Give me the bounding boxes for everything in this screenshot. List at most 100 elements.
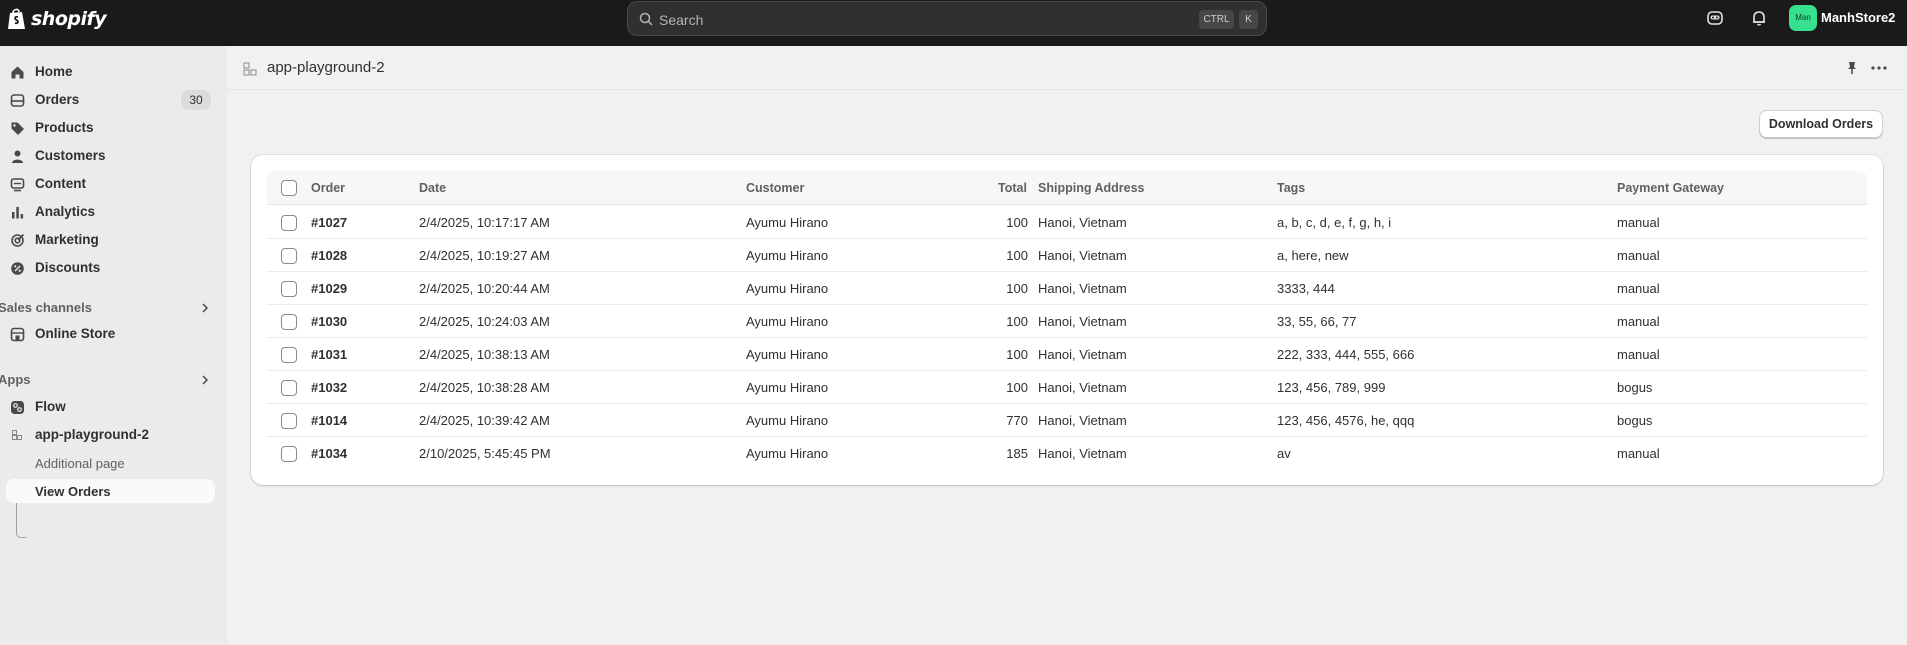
- more-options-icon[interactable]: [1869, 60, 1889, 76]
- payment-gateway: manual: [1617, 281, 1660, 296]
- order-date: 2/10/2025, 5:45:45 PM: [419, 446, 551, 461]
- sidebar-item-products[interactable]: Products: [0, 116, 215, 140]
- shopify-bag-icon: [8, 8, 25, 29]
- payment-gateway: manual: [1617, 347, 1660, 362]
- column-header-order[interactable]: Order: [311, 181, 345, 195]
- bell-icon[interactable]: [1750, 9, 1768, 27]
- target-icon: [11, 233, 25, 247]
- bar-chart-icon: [12, 207, 24, 219]
- sidebar-item-analytics[interactable]: Analytics: [0, 200, 215, 224]
- table-row[interactable]: #1014 2/4/2025, 10:39:42 AM Ayumu Hirano 77…: [267, 404, 1867, 437]
- order-tags: 123, 456, 789, 999: [1277, 380, 1386, 395]
- order-number[interactable]: #1014: [311, 413, 347, 428]
- order-total: 185: [1006, 446, 1028, 461]
- orders-card: Order Date Customer Total Shipping Addre…: [251, 155, 1883, 485]
- customer-name: Ayumu Hirano: [746, 215, 829, 230]
- sidebar-item-label: Additional page: [35, 456, 125, 471]
- table-row[interactable]: #1032 2/4/2025, 10:38:28 AM Ayumu Hirano 10…: [267, 371, 1867, 404]
- row-checkbox[interactable]: [281, 314, 297, 330]
- table-row[interactable]: #1028 2/4/2025, 10:19:27 AM Ayumu Hirano 10…: [267, 239, 1867, 272]
- shopify-logo[interactable]: shopify: [6, 8, 107, 30]
- sidebar-item-content[interactable]: Content: [0, 172, 215, 196]
- customer-name: Ayumu Hirano: [746, 446, 829, 461]
- avatar[interactable]: Man: [1789, 5, 1817, 31]
- customer-name: Ayumu Hirano: [746, 347, 829, 362]
- column-header-date[interactable]: Date: [419, 181, 446, 195]
- payment-gateway: bogus: [1617, 380, 1653, 395]
- sidebar-item-home[interactable]: Home: [0, 60, 215, 84]
- order-total: 100: [1006, 281, 1028, 296]
- order-tags: 222, 333, 444, 555, 666: [1277, 347, 1415, 362]
- row-checkbox[interactable]: [281, 446, 297, 462]
- shipping-address: Hanoi, Vietnam: [1038, 347, 1127, 362]
- order-number[interactable]: #1030: [311, 314, 347, 329]
- order-tags: 123, 456, 4576, he, qqq: [1277, 413, 1415, 428]
- shortcut-ctrl-key: CTRL: [1199, 10, 1234, 29]
- order-date: 2/4/2025, 10:38:13 AM: [419, 347, 550, 362]
- table-row[interactable]: #1034 2/10/2025, 5:45:45 PM Ayumu Hirano 18…: [267, 437, 1867, 470]
- row-checkbox[interactable]: [281, 380, 297, 396]
- column-header-tags[interactable]: Tags: [1277, 181, 1305, 195]
- search-input[interactable]: Search CTRL K: [627, 1, 1267, 36]
- shipping-address: Hanoi, Vietnam: [1038, 446, 1127, 461]
- customer-name: Ayumu Hirano: [746, 380, 829, 395]
- order-number[interactable]: #1028: [311, 248, 347, 263]
- sidebar-item-customers[interactable]: Customers: [0, 144, 215, 168]
- discount-icon: [11, 262, 24, 275]
- app-icon: [12, 430, 22, 440]
- sidebar-item-app-playground[interactable]: app-playground-2: [0, 423, 215, 447]
- sidebar-item-flow[interactable]: Flow: [0, 395, 215, 419]
- person-icon: [12, 150, 23, 163]
- column-header-payment-gateway[interactable]: Payment Gateway: [1617, 181, 1724, 195]
- order-number[interactable]: #1029: [311, 281, 347, 296]
- row-checkbox[interactable]: [281, 413, 297, 429]
- order-date: 2/4/2025, 10:24:03 AM: [419, 314, 550, 329]
- table-row[interactable]: #1029 2/4/2025, 10:20:44 AM Ayumu Hirano 10…: [267, 272, 1867, 305]
- select-all-checkbox[interactable]: [281, 180, 297, 196]
- order-date: 2/4/2025, 10:17:17 AM: [419, 215, 550, 230]
- apps-label: Apps: [0, 372, 31, 387]
- sidebar-item-discounts[interactable]: Discounts: [0, 256, 215, 280]
- payment-gateway: manual: [1617, 248, 1660, 263]
- order-total: 100: [1006, 347, 1028, 362]
- pin-icon[interactable]: [1844, 60, 1860, 76]
- order-date: 2/4/2025, 10:20:44 AM: [419, 281, 550, 296]
- sales-channels-section[interactable]: Sales channels: [0, 297, 215, 319]
- store-name[interactable]: ManhStore2: [1821, 10, 1895, 25]
- table-row[interactable]: #1027 2/4/2025, 10:17:17 AM Ayumu Hirano 10…: [267, 206, 1867, 239]
- table-row[interactable]: #1030 2/4/2025, 10:24:03 AM Ayumu Hirano 10…: [267, 305, 1867, 338]
- sidekick-icon[interactable]: [1706, 9, 1724, 27]
- content-icon: [10, 178, 25, 192]
- payment-gateway: bogus: [1617, 413, 1653, 428]
- order-number[interactable]: #1027: [311, 215, 347, 230]
- apps-section[interactable]: Apps: [0, 369, 215, 391]
- home-icon: [11, 66, 24, 79]
- top-bar: shopify Search CTRL K Man ManhStore2: [0, 0, 1907, 46]
- row-checkbox[interactable]: [281, 215, 297, 231]
- flow-icon: [11, 401, 24, 414]
- sidebar-item-label: Customers: [35, 148, 106, 163]
- sidebar-item-view-orders[interactable]: View Orders: [6, 479, 215, 503]
- row-checkbox[interactable]: [281, 248, 297, 264]
- download-orders-button[interactable]: Download Orders: [1759, 110, 1883, 138]
- payment-gateway: manual: [1617, 314, 1660, 329]
- order-number[interactable]: #1034: [311, 446, 347, 461]
- customer-name: Ayumu Hirano: [746, 314, 829, 329]
- sidebar-item-marketing[interactable]: Marketing: [0, 228, 215, 252]
- column-header-total[interactable]: Total: [998, 181, 1027, 195]
- sidebar-item-additional-page[interactable]: Additional page: [0, 451, 215, 475]
- row-checkbox[interactable]: [281, 281, 297, 297]
- orders-icon: [10, 94, 25, 107]
- column-header-customer[interactable]: Customer: [746, 181, 804, 195]
- order-number[interactable]: #1032: [311, 380, 347, 395]
- row-checkbox[interactable]: [281, 347, 297, 363]
- order-total: 770: [1006, 413, 1028, 428]
- customer-name: Ayumu Hirano: [746, 413, 829, 428]
- order-tags: av: [1277, 446, 1291, 461]
- column-header-shipping-address[interactable]: Shipping Address: [1038, 181, 1145, 195]
- order-number[interactable]: #1031: [311, 347, 347, 362]
- sidebar-item-online-store[interactable]: Online Store: [0, 322, 215, 346]
- sidebar-item-orders[interactable]: Orders 30: [0, 88, 215, 112]
- sidebar-item-label: Orders: [35, 92, 80, 107]
- table-row[interactable]: #1031 2/4/2025, 10:38:13 AM Ayumu Hirano 10…: [267, 338, 1867, 371]
